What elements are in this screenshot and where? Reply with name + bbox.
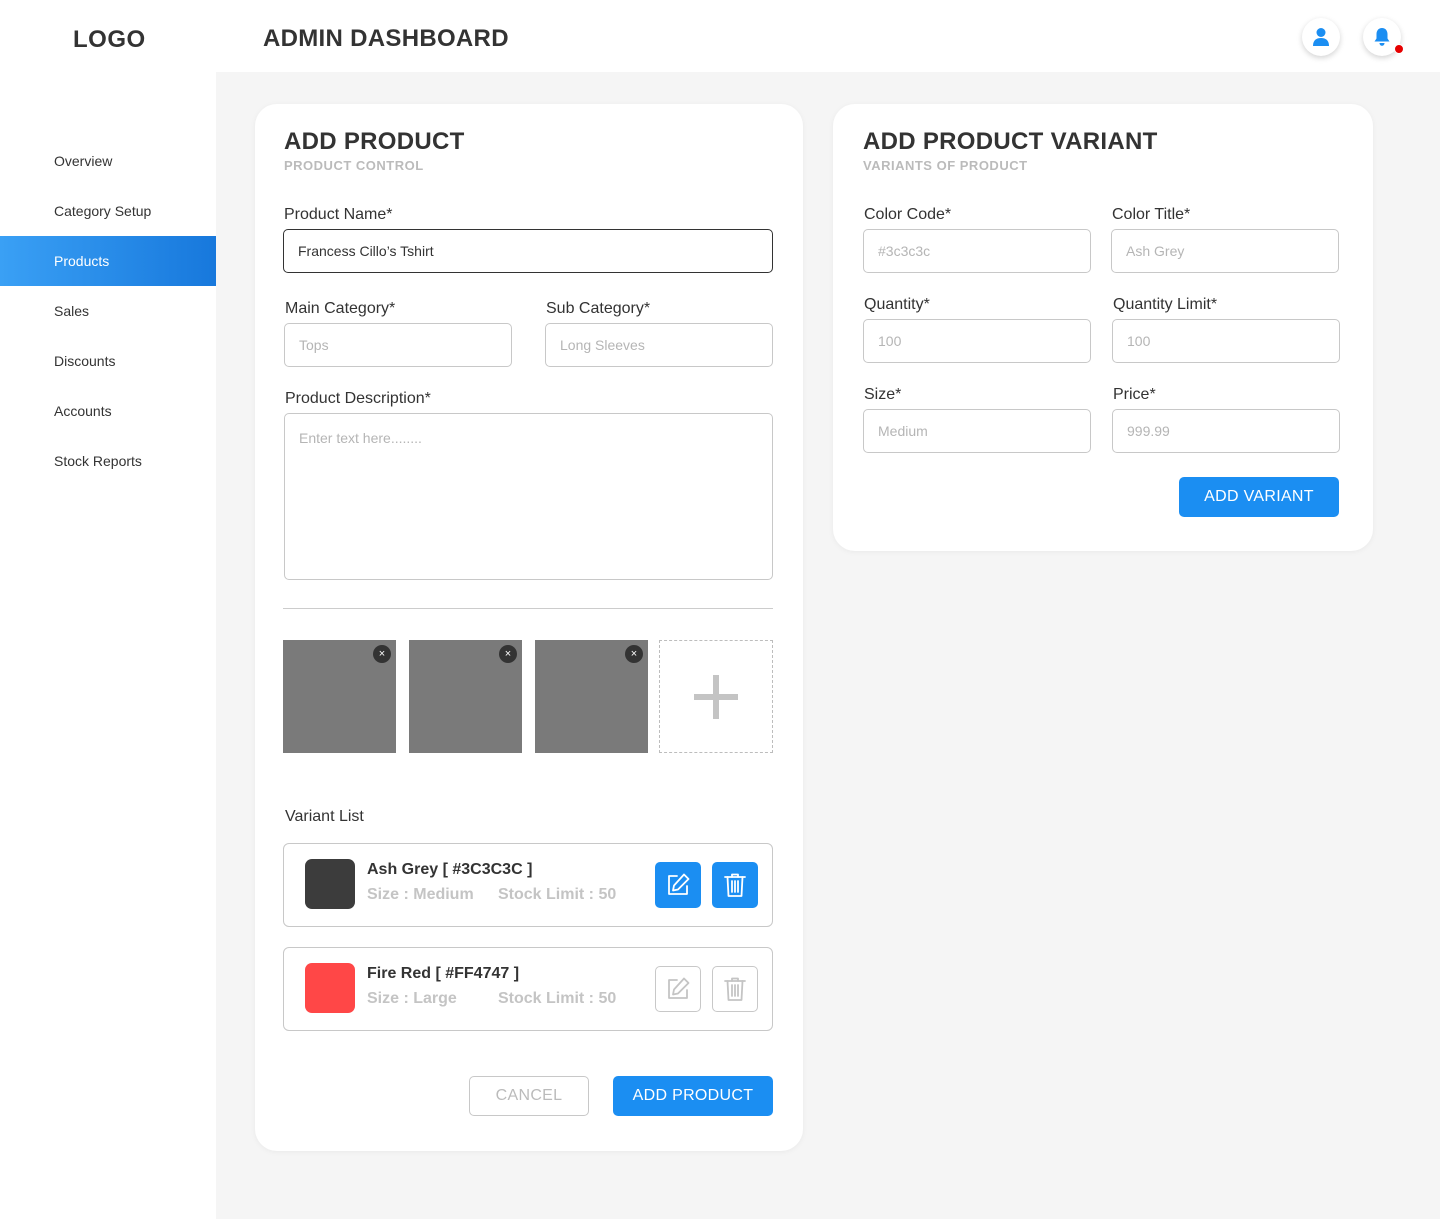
variant-stock-limit: Stock Limit : 50 — [498, 990, 617, 1007]
sidebar-item-products[interactable]: Products — [0, 236, 216, 286]
delete-variant-button[interactable] — [712, 966, 758, 1012]
product-name-input[interactable] — [283, 229, 773, 273]
color-title-label: Color Title* — [1112, 206, 1191, 223]
variant-stock-limit: Stock Limit : 50 — [498, 886, 617, 903]
trash-icon — [724, 873, 746, 897]
variant-size: Size : Large — [367, 990, 457, 1007]
sidebar-item-stock-reports[interactable]: Stock Reports — [0, 436, 216, 486]
color-swatch — [305, 963, 355, 1013]
sidebar: Overview Category Setup Products Sales D… — [0, 72, 216, 1219]
sidebar-item-discounts[interactable]: Discounts — [0, 336, 216, 386]
price-input[interactable] — [1112, 409, 1340, 453]
color-code-label: Color Code* — [864, 206, 952, 223]
quantity-input[interactable] — [863, 319, 1091, 363]
product-image-thumbnail[interactable]: × — [535, 640, 648, 753]
sub-category-input[interactable] — [545, 323, 773, 367]
color-title-input[interactable] — [1111, 229, 1339, 273]
color-code-input[interactable] — [863, 229, 1091, 273]
add-variant-subtitle: VARIANTS OF PRODUCT — [863, 158, 1028, 173]
sub-category-label: Sub Category* — [546, 300, 651, 317]
plus-icon — [694, 674, 738, 719]
product-name-label: Product Name* — [284, 206, 393, 223]
edit-icon — [668, 977, 690, 999]
remove-image-icon[interactable]: × — [373, 645, 391, 663]
top-header: LOGO ADMIN DASHBOARD — [0, 0, 1440, 72]
sidebar-item-category-setup[interactable]: Category Setup — [0, 186, 216, 236]
trash-icon — [724, 977, 746, 1001]
sidebar-item-overview[interactable]: Overview — [0, 136, 216, 186]
add-product-title: ADD PRODUCT — [284, 128, 465, 155]
product-image-thumbnail[interactable]: × — [283, 640, 396, 753]
section-divider — [283, 608, 773, 609]
remove-image-icon[interactable]: × — [625, 645, 643, 663]
variant-size: Size : Medium — [367, 886, 474, 903]
variant-list-item: Ash Grey [ #3C3C3C ] Size : Medium Stock… — [283, 843, 773, 927]
bell-icon — [1374, 28, 1390, 46]
user-icon — [1313, 28, 1329, 46]
price-label: Price* — [1113, 386, 1156, 403]
notifications-button[interactable] — [1363, 18, 1404, 56]
quantity-label: Quantity* — [864, 296, 930, 313]
variant-name: Fire Red [ #FF4747 ] — [367, 965, 520, 982]
sidebar-item-accounts[interactable]: Accounts — [0, 386, 216, 436]
delete-variant-button[interactable] — [712, 862, 758, 908]
page-title: ADMIN DASHBOARD — [263, 25, 509, 52]
product-image-thumbnail[interactable]: × — [409, 640, 522, 753]
product-description-textarea[interactable] — [284, 413, 773, 580]
variant-list-label: Variant List — [285, 808, 364, 825]
add-product-subtitle: PRODUCT CONTROL — [284, 158, 424, 173]
add-product-button[interactable]: ADD PRODUCT — [613, 1076, 773, 1116]
user-profile-button[interactable] — [1302, 18, 1340, 56]
variant-list-item: Fire Red [ #FF4747 ] Size : Large Stock … — [283, 947, 773, 1031]
sidebar-item-sales[interactable]: Sales — [0, 286, 216, 336]
add-image-button[interactable] — [659, 640, 773, 753]
main-category-label: Main Category* — [285, 300, 396, 317]
add-variant-title: ADD PRODUCT VARIANT — [863, 128, 1158, 155]
size-label: Size* — [864, 386, 902, 403]
edit-variant-button[interactable] — [655, 966, 701, 1012]
size-input[interactable] — [863, 409, 1091, 453]
add-variant-button[interactable]: ADD VARIANT — [1179, 477, 1339, 517]
remove-image-icon[interactable]: × — [499, 645, 517, 663]
logo: LOGO — [73, 26, 146, 53]
variant-name: Ash Grey [ #3C3C3C ] — [367, 861, 533, 878]
notification-badge — [1394, 44, 1404, 54]
edit-variant-button[interactable] — [655, 862, 701, 908]
quantity-limit-input[interactable] — [1112, 319, 1340, 363]
quantity-limit-label: Quantity Limit* — [1113, 296, 1218, 313]
color-swatch — [305, 859, 355, 909]
main-category-input[interactable] — [284, 323, 512, 367]
product-description-label: Product Description* — [285, 390, 431, 407]
cancel-button[interactable]: CANCEL — [469, 1076, 589, 1116]
edit-icon — [668, 873, 690, 895]
